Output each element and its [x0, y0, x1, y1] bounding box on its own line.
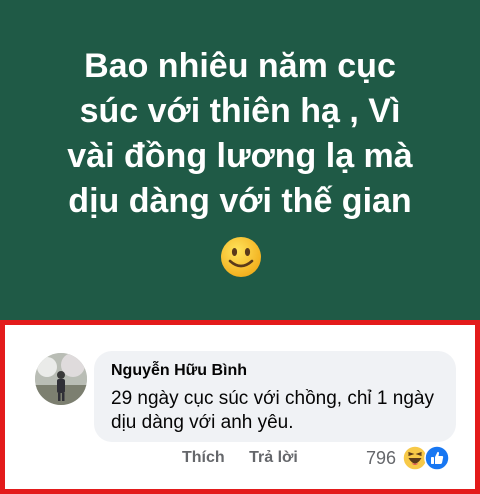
- comment-actions: Thích Trả lời: [182, 449, 318, 467]
- highlighted-comment: Nguyễn Hữu Bình 29 ngày cục súc với chồn…: [0, 320, 480, 494]
- like-button[interactable]: Thích: [182, 449, 225, 466]
- post-line-4: dịu dàng với thế gian: [68, 182, 412, 220]
- like-reaction-icon[interactable]: [424, 445, 450, 471]
- smiling-face-icon: [221, 237, 261, 277]
- post-line-3: vài đồng lương lạ mà: [67, 137, 413, 175]
- avatar[interactable]: [35, 353, 87, 405]
- post-text: Bao nhiêu năm cục súc với thiên hạ , Vì …: [20, 44, 460, 224]
- comment-text: 29 ngày cục súc với chồng, chỉ 1 ngày dị…: [111, 388, 434, 433]
- post-line-1: Bao nhiêu năm cục: [84, 47, 396, 85]
- avatar-photo-icon: [35, 353, 87, 405]
- post-card: Bao nhiêu năm cục súc với thiên hạ , Vì …: [0, 0, 480, 320]
- reaction-count[interactable]: 796: [366, 448, 396, 469]
- reply-button[interactable]: Trả lời: [249, 449, 298, 466]
- comment-bubble: Nguyễn Hữu Bình 29 ngày cục súc với chồn…: [94, 351, 456, 442]
- post-line-2: súc với thiên hạ , Vì: [79, 92, 401, 130]
- comment-author[interactable]: Nguyễn Hữu Bình: [111, 362, 247, 380]
